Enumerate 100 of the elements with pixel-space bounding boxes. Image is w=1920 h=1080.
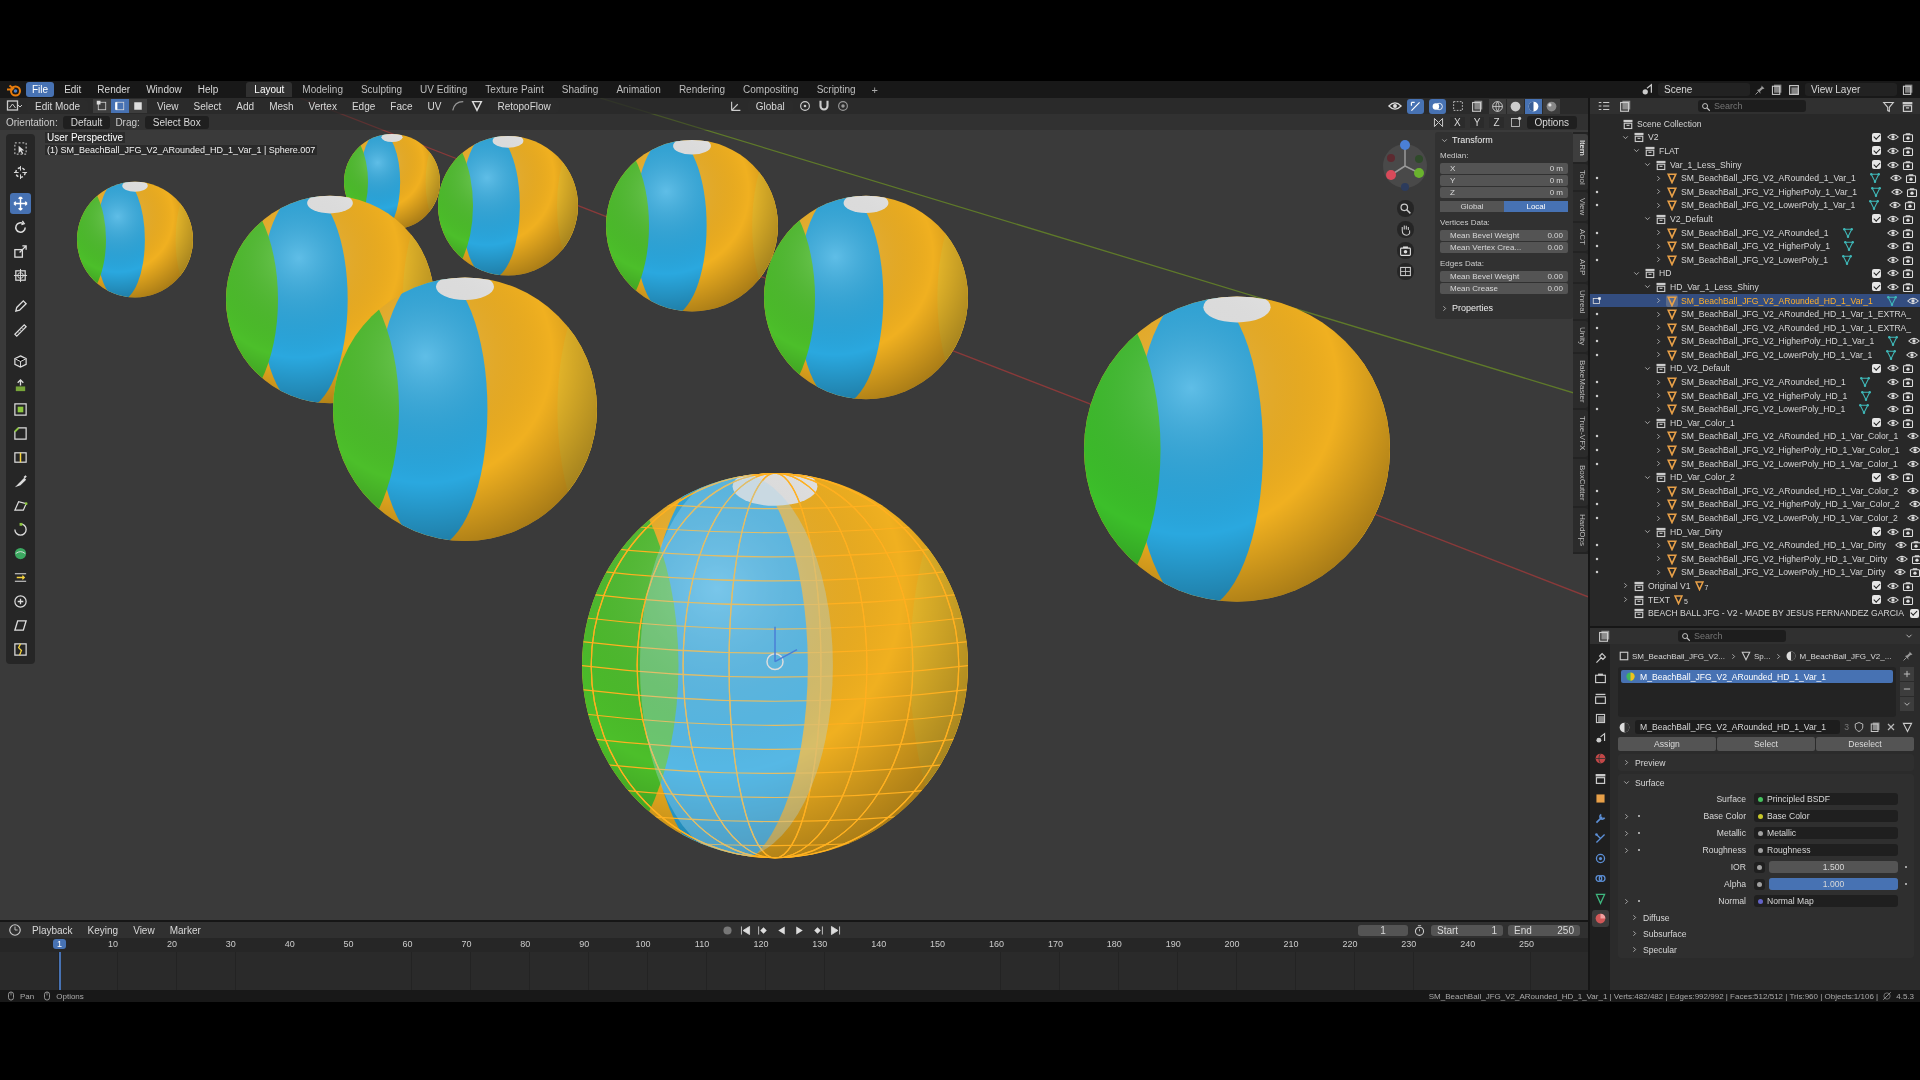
workspace-tab[interactable]: Scripting — [808, 82, 864, 97]
menu-item[interactable]: Edit — [58, 82, 88, 97]
outliner-row[interactable]: SM_BeachBall_JFG_V2_ARounded_1_Var_1 — [1590, 171, 1920, 185]
outliner-row[interactable]: SM_BeachBall_JFG_V2_HigherPoly_HD_1 — [1590, 388, 1920, 403]
axis-toggle[interactable]: Z — [1489, 116, 1504, 128]
current-frame-marker[interactable]: 1 — [53, 939, 66, 949]
view-layer-field[interactable]: View Layer — [1805, 83, 1897, 96]
coordinate-field[interactable]: Y 0 m — [1440, 175, 1568, 186]
add-workspace-button[interactable]: + — [865, 83, 884, 96]
subpanel-header[interactable]: Diffuse — [1622, 911, 1910, 924]
workspace-tab[interactable]: Sculpting — [352, 82, 411, 97]
subpanel-header[interactable]: Subsurface — [1622, 927, 1910, 940]
space-toggle[interactable]: Global — [1440, 201, 1504, 212]
workspace-tab[interactable]: UV Editing — [412, 82, 476, 97]
menu-item[interactable]: Select — [188, 100, 227, 112]
sidebar-tab[interactable]: True-VFX — [1573, 410, 1588, 457]
sidebar-tab[interactable]: Unreal — [1573, 283, 1588, 320]
menu-item[interactable]: Render — [91, 82, 137, 97]
workspace-tab[interactable]: Layout — [246, 82, 293, 97]
sidebar-tab[interactable]: BakeMaster — [1573, 353, 1588, 409]
outliner-row[interactable]: V2 — [1590, 130, 1920, 145]
outliner-row[interactable]: SM_BeachBall_JFG_V2_LowerPoly_HD_1_Var_Color_2 — [1590, 511, 1920, 525]
outliner-row[interactable]: SM_BeachBall_JFG_V2_ARounded_HD_1 — [1590, 375, 1920, 389]
outliner-row[interactable]: V2_Default — [1590, 212, 1920, 226]
value-field[interactable]: Mean Bevel Weight 0.00 — [1440, 271, 1568, 282]
material-slot[interactable]: M_BeachBall_JFG_V2_ARounded_HD_1_Var_1 — [1621, 670, 1893, 683]
panel-header[interactable]: Surface — [1622, 776, 1910, 789]
sidebar-tab[interactable]: ARP — [1573, 253, 1588, 282]
menu-item[interactable]: Add — [231, 100, 260, 112]
outliner-row[interactable]: HD_V2_Default — [1590, 361, 1920, 376]
menu-item[interactable]: View — [152, 100, 184, 112]
value-field[interactable]: Mean Crease 0.00 — [1440, 283, 1568, 294]
panel-header[interactable]: Properties — [1440, 303, 1568, 313]
outliner-row[interactable]: SM_BeachBall_JFG_V2_LowerPoly_1 — [1590, 252, 1920, 267]
outliner-row[interactable]: SM_BeachBall_JFG_V2_LowerPoly_HD_1_Var_Color_1 — [1590, 456, 1920, 471]
workspace-tab[interactable]: Animation — [608, 82, 669, 97]
sidebar-tab[interactable]: HardOps — [1573, 508, 1588, 553]
linked-input-field[interactable]: Normal Map — [1754, 895, 1898, 907]
space-toggle[interactable]: Local — [1504, 201, 1568, 212]
outliner-row[interactable]: SM_BeachBall_JFG_V2_LowerPoly_HD_1_Var_1 — [1590, 348, 1920, 362]
sidebar-tab[interactable]: ACT — [1573, 223, 1588, 252]
slider-field[interactable]: 1.000 — [1769, 878, 1898, 890]
outliner-row[interactable]: SM_BeachBall_JFG_V2_ARounded_HD_1_Var_1_EXTRA_ — [1590, 307, 1920, 321]
slot-action-button[interactable]: Deselect — [1816, 737, 1914, 751]
outliner-row[interactable]: FLAT — [1590, 144, 1920, 158]
workspace-tab[interactable]: Shading — [553, 82, 607, 97]
outliner-row[interactable]: SM_BeachBall_JFG_V2_ARounded_1 — [1590, 225, 1920, 240]
outliner-row[interactable]: HD — [1590, 266, 1920, 281]
outliner-row[interactable]: SM_BeachBall_JFG_V2_ARounded_HD_1_Var_Color_1 — [1590, 429, 1920, 444]
search-field[interactable]: Search — [1698, 100, 1806, 112]
outliner-row[interactable]: HD_Var_1_Less_Shiny — [1590, 280, 1920, 294]
outliner-row[interactable]: HD_Var_Color_1 — [1590, 416, 1920, 430]
outliner-row[interactable]: SM_BeachBall_JFG_V2_HigherPoly_HD_1_Var_Color_2 — [1590, 497, 1920, 512]
outliner-row[interactable]: Var_1_Less_Shiny — [1590, 157, 1920, 172]
slot-action-button[interactable]: Select — [1717, 737, 1815, 751]
menu-item[interactable]: Marker — [164, 924, 206, 936]
sidebar-tab[interactable]: Unity — [1573, 321, 1588, 352]
panel-header[interactable]: Transform — [1440, 135, 1568, 145]
scene-field[interactable]: Scene — [1658, 83, 1750, 96]
workspace-tab[interactable]: Compositing — [735, 82, 807, 97]
menu-item[interactable]: Edge — [346, 100, 381, 112]
coordinate-field[interactable]: X 0 m — [1440, 163, 1568, 174]
coordinate-field[interactable]: Z 0 m — [1440, 187, 1568, 198]
workspace-tab[interactable]: Modeling — [294, 82, 351, 97]
subpanel-header[interactable]: Specular — [1622, 943, 1910, 956]
frame-field[interactable]: 1 — [1358, 924, 1408, 936]
outliner-row[interactable]: SM_BeachBall_JFG_V2_LowerPoly_1_Var_1 — [1590, 198, 1920, 213]
menu-item[interactable]: UV — [422, 100, 447, 112]
outliner-row[interactable]: SM_BeachBall_JFG_V2_HigherPoly_HD_1_Var_Dirty — [1590, 552, 1920, 566]
sidebar-tab[interactable]: View — [1573, 192, 1588, 222]
outliner-row[interactable]: SM_BeachBall_JFG_V2_HigherPoly_1 — [1590, 239, 1920, 253]
linked-input-field[interactable]: Base Color — [1754, 810, 1898, 822]
slot-action-button[interactable]: Assign — [1618, 737, 1716, 751]
menu-item[interactable]: Face — [385, 100, 418, 112]
menu-item[interactable]: Keying — [82, 924, 124, 936]
outliner-row[interactable]: SM_BeachBall_JFG_V2_ARounded_HD_1_Var_Dirty — [1590, 538, 1920, 552]
sidebar-tab[interactable]: Item — [1573, 134, 1588, 162]
outliner-row[interactable]: SM_BeachBall_JFG_V2_ARounded_HD_1_Var_1_EXTRA_ — [1590, 320, 1920, 335]
axis-toggle[interactable]: X — [1450, 116, 1465, 128]
material-name-field[interactable]: M_BeachBall_JFG_V2_ARounded_HD_1_Var_1 — [1635, 720, 1841, 734]
linked-input-field[interactable]: Roughness — [1754, 844, 1898, 856]
outliner-row[interactable]: Scene Collection — [1590, 117, 1920, 131]
outliner-row[interactable]: HD_Var_Dirty — [1590, 524, 1920, 539]
menu-item[interactable]: Vertex — [303, 100, 342, 112]
outliner-row[interactable]: SM_BeachBall_JFG_V2_HigherPoly_HD_1_Var_Color_1 — [1590, 443, 1920, 457]
outliner-row[interactable]: SM_BeachBall_JFG_V2_HigherPoly_HD_1_Var_1 — [1590, 334, 1920, 349]
search-field[interactable]: Search — [1678, 630, 1786, 642]
end-frame-field[interactable]: End 250 — [1508, 924, 1580, 936]
menu-item[interactable]: View — [128, 924, 160, 936]
sidebar-tab[interactable]: Tool — [1573, 163, 1588, 191]
outliner-row[interactable]: BEACH BALL JFG - V2 - MADE BY JESUS FERNANDEZ GARCIA — [1590, 606, 1920, 620]
outliner-row[interactable]: HD_Var_Color_2 — [1590, 470, 1920, 485]
menu-item[interactable]: Mesh — [264, 100, 299, 112]
outliner-row[interactable]: SM_BeachBall_JFG_V2_LowerPoly_HD_1_Var_Dirty — [1590, 565, 1920, 580]
start-frame-field[interactable]: Start 1 — [1431, 924, 1503, 936]
outliner-row[interactable]: SM_BeachBall_JFG_V2_ARounded_HD_1_Var_Color_2 — [1590, 484, 1920, 498]
linked-input-field[interactable]: Metallic — [1754, 827, 1898, 839]
outliner-row[interactable]: SM_BeachBall_JFG_V2_LowerPoly_HD_1 — [1590, 402, 1920, 417]
outliner-row[interactable]: SM_BeachBall_JFG_V2_ARounded_HD_1_Var_1 — [1590, 293, 1920, 308]
workspace-tab[interactable]: Rendering — [670, 82, 734, 97]
